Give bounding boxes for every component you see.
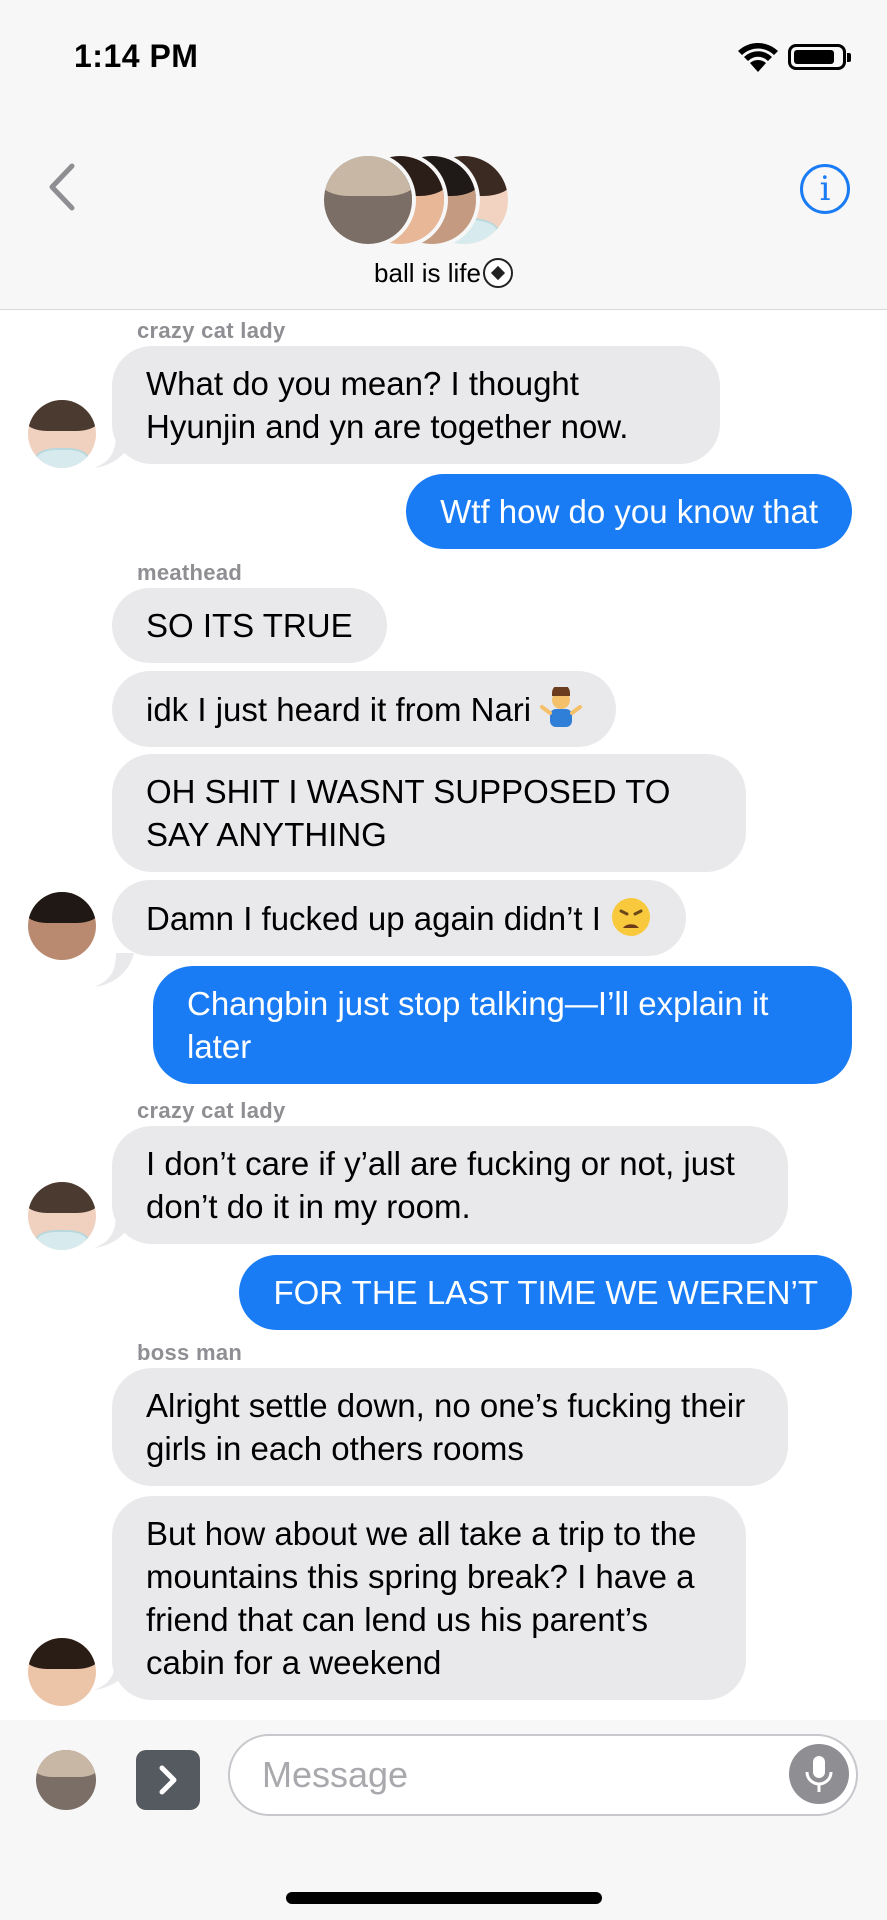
message-bubble-incoming[interactable]: I don’t care if y’all are fucking or not…	[112, 1126, 788, 1244]
message-bubble-incoming[interactable]: Damn I fucked up again didn’t I	[112, 880, 687, 956]
group-name-label: ball is life	[374, 258, 481, 288]
message-bubble-outgoing[interactable]: Changbin just stop talking—I’ll explain …	[153, 966, 852, 1084]
message-bubble-outgoing[interactable]: FOR THE LAST TIME WE WEREN’T	[239, 1255, 852, 1330]
message-bubble-incoming[interactable]: idk I just heard it from Nari	[112, 671, 617, 747]
sender-avatar[interactable]	[28, 1638, 96, 1706]
message-bubble-incoming[interactable]: But how about we all take a trip to the …	[112, 1496, 746, 1700]
message-bubble-outgoing[interactable]: Wtf how do you know that	[406, 474, 852, 549]
bubble-tail	[94, 1656, 134, 1690]
message-input[interactable]	[228, 1734, 858, 1816]
info-icon[interactable]: i	[800, 164, 850, 214]
message-text: SO ITS TRUE	[146, 607, 353, 644]
back-chevron-icon[interactable]	[42, 162, 82, 212]
message-list: crazy cat lady What do you mean? I thoug…	[0, 310, 887, 1720]
home-indicator	[286, 1892, 602, 1904]
status-bar: 1:14 PM	[0, 0, 887, 110]
chevron-right-icon	[159, 1765, 177, 1795]
sender-name: meathead	[137, 560, 243, 585]
message-bubble-incoming[interactable]: SO ITS TRUE	[112, 588, 387, 663]
bubble-tail	[94, 1214, 134, 1248]
message-text: Changbin just stop talking—I’ll explain …	[187, 985, 769, 1065]
sender-avatar[interactable]	[28, 400, 96, 468]
message-bubble-incoming[interactable]: What do you mean? I thought Hyunjin and …	[112, 346, 720, 464]
microphone-button[interactable]	[789, 1744, 849, 1804]
group-name[interactable]: ball is life	[0, 258, 887, 289]
sender-avatar[interactable]	[28, 1182, 96, 1250]
message-bubble-incoming[interactable]: OH SHIT I WASNT SUPPOSED TO SAY ANYTHING	[112, 754, 746, 872]
message-text: OH SHIT I WASNT SUPPOSED TO SAY ANYTHING	[146, 773, 671, 853]
status-time: 1:14 PM	[74, 38, 199, 74]
message-text: But how about we all take a trip to the …	[146, 1515, 697, 1681]
compose-bar	[0, 1720, 887, 1920]
memoji-avatar[interactable]	[36, 1750, 96, 1810]
message-text: idk I just heard it from Nari	[146, 691, 532, 728]
sender-name: crazy cat lady	[137, 1098, 286, 1123]
message-text: FOR THE LAST TIME WE WEREN’T	[273, 1274, 818, 1311]
conversation-header: ball is life i	[0, 110, 887, 310]
soccer-ball-icon	[482, 258, 513, 288]
message-bubble-incoming[interactable]: Alright settle down, no one’s fucking th…	[112, 1368, 788, 1486]
apps-button[interactable]	[136, 1750, 200, 1810]
message-text: Damn I fucked up again didn’t I	[146, 900, 601, 937]
message-text: Wtf how do you know that	[440, 493, 818, 530]
weary-face-icon	[612, 898, 651, 936]
group-avatars[interactable]	[320, 152, 540, 252]
battery-icon	[788, 44, 851, 70]
microphone-icon	[805, 1756, 833, 1792]
man-shrugging-icon	[540, 687, 583, 727]
message-text: What do you mean? I thought Hyunjin and …	[146, 365, 629, 445]
sender-name: boss man	[137, 1340, 243, 1365]
bubble-tail	[94, 953, 134, 987]
wifi-icon	[738, 43, 778, 72]
message-text: I don’t care if y’all are fucking or not…	[146, 1145, 735, 1225]
bubble-tail	[94, 434, 134, 468]
sender-avatar[interactable]	[28, 892, 96, 960]
sender-name: crazy cat lady	[137, 318, 286, 343]
message-text: Alright settle down, no one’s fucking th…	[146, 1387, 746, 1467]
member-avatar	[320, 152, 416, 248]
